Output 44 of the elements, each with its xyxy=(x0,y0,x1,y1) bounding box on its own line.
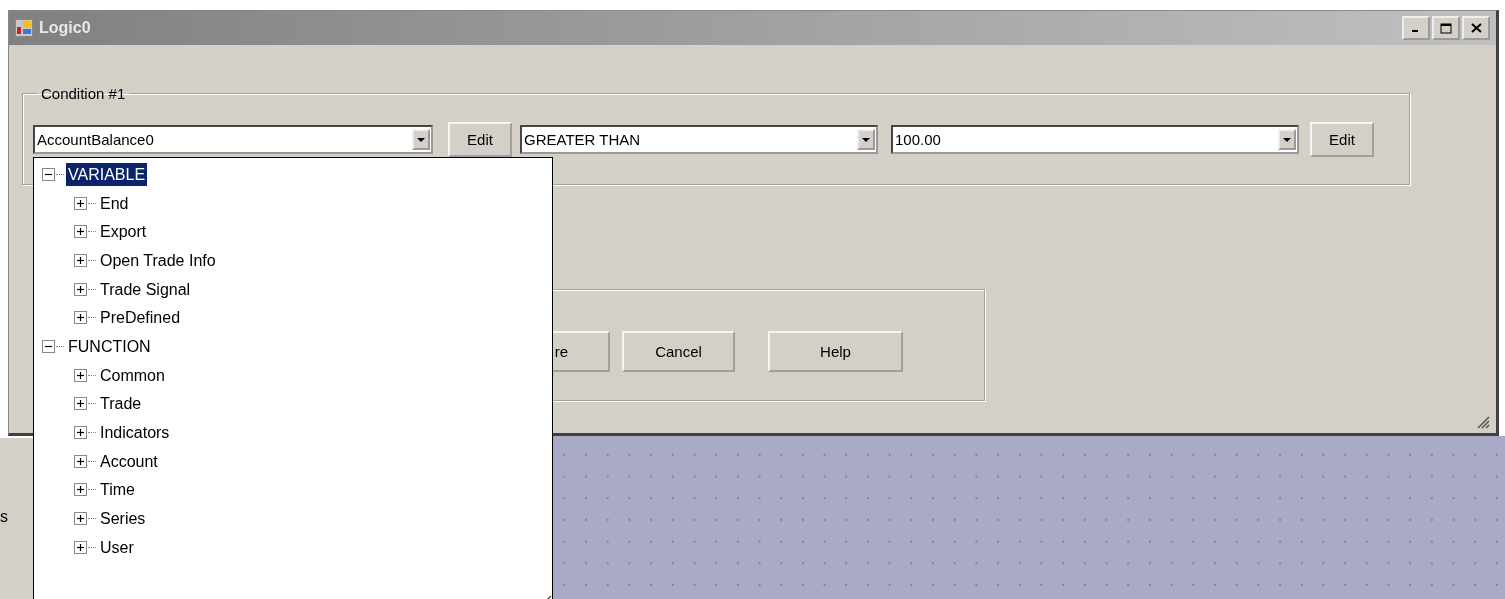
expand-icon[interactable] xyxy=(74,368,87,382)
operator-combo[interactable]: GREATER THAN xyxy=(520,125,878,154)
tree-item[interactable]: User xyxy=(98,535,136,559)
expand-icon[interactable] xyxy=(74,253,87,267)
tree-item[interactable]: Trade xyxy=(98,392,144,416)
expand-icon[interactable] xyxy=(74,512,87,526)
edit-button[interactable]: Edit xyxy=(448,122,512,157)
side-panel-label: s xyxy=(0,508,8,526)
app-icon xyxy=(15,19,33,37)
expand-icon[interactable] xyxy=(74,282,87,296)
tree-item[interactable]: PreDefined xyxy=(98,306,183,330)
dialog-button[interactable]: Cancel xyxy=(622,331,735,372)
value-combo[interactable]: 100.00 xyxy=(891,125,1299,154)
maximize-icon[interactable] xyxy=(1440,22,1452,34)
expand-icon[interactable] xyxy=(74,397,87,411)
tree-item[interactable]: Common xyxy=(98,363,167,387)
expand-icon[interactable] xyxy=(74,311,87,325)
tree-item[interactable]: Account xyxy=(98,449,160,473)
collapse-icon[interactable] xyxy=(42,339,55,353)
close-icon[interactable] xyxy=(1470,23,1482,33)
tree-item[interactable]: Trade Signal xyxy=(98,277,193,301)
expand-icon[interactable] xyxy=(74,454,87,468)
edit-button[interactable]: Edit xyxy=(1310,122,1374,157)
tree-item[interactable]: FUNCTION xyxy=(66,334,153,358)
expand-icon[interactable] xyxy=(74,540,87,554)
tree-item[interactable]: End xyxy=(98,191,131,215)
variable-combo[interactable]: AccountBalance0 xyxy=(33,125,433,154)
tree-item[interactable]: Time xyxy=(98,478,137,502)
expand-icon[interactable] xyxy=(74,225,87,239)
expand-icon[interactable] xyxy=(74,196,87,210)
group-label: Condition #1 xyxy=(40,85,127,102)
maximize-button[interactable] xyxy=(1432,16,1460,40)
window-title: Logic0 xyxy=(39,19,91,37)
resize-grip-icon[interactable] xyxy=(1476,415,1490,429)
tree-item[interactable]: Export xyxy=(98,220,149,244)
expand-icon[interactable] xyxy=(74,483,87,497)
tree-item[interactable]: Open Trade Info xyxy=(98,248,218,272)
close-button[interactable] xyxy=(1462,16,1490,40)
tree-item[interactable]: Indicators xyxy=(98,421,172,445)
tree-item[interactable]: VARIABLE xyxy=(66,162,148,186)
dialog-button[interactable]: Help xyxy=(768,331,903,372)
collapse-icon[interactable] xyxy=(42,167,55,181)
expand-icon[interactable] xyxy=(74,426,87,440)
tree-item[interactable]: Series xyxy=(98,507,148,531)
